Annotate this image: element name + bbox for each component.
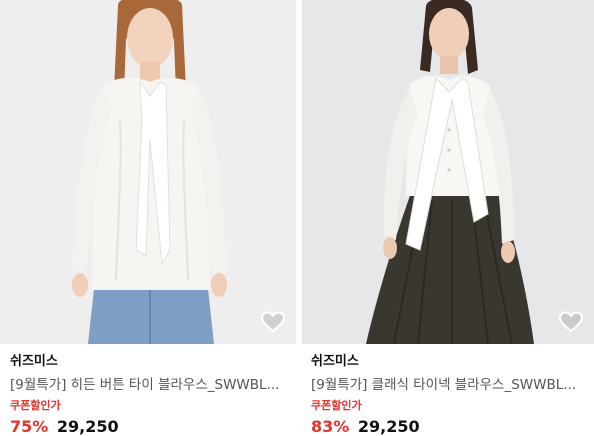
product-info: 쉬즈미스 [9월특가] 히든 버튼 타이 블라우스_SWWBL... 쿠폰할인가… (0, 344, 296, 436)
product-photo-illustration (0, 0, 296, 344)
price-row: 75% 29,250 (10, 416, 296, 436)
price-row: 83% 29,250 (311, 416, 594, 436)
product-title[interactable]: [9월특가] 히든 버튼 타이 블라우스_SWWBL... (10, 375, 290, 395)
product-grid: 쉬즈미스 [9월특가] 히든 버튼 타이 블라우스_SWWBL... 쿠폰할인가… (0, 0, 594, 436)
product-image[interactable] (302, 0, 594, 344)
product-title[interactable]: [9월특가] 클래식 타이넥 블라우스_SWWBL... (311, 375, 591, 395)
heart-icon[interactable] (558, 310, 584, 334)
product-photo-illustration (302, 0, 594, 344)
heart-icon[interactable] (260, 310, 286, 334)
discount-rate: 75% (10, 417, 49, 436)
product-card[interactable]: 쉬즈미스 [9월특가] 히든 버튼 타이 블라우스_SWWBL... 쿠폰할인가… (0, 0, 296, 436)
coupon-label: 쿠폰할인가 (10, 399, 61, 412)
coupon-label: 쿠폰할인가 (311, 399, 362, 412)
sale-price: 29,250 (357, 417, 420, 436)
brand-name[interactable]: 쉬즈미스 (10, 353, 296, 371)
product-info: 쉬즈미스 [9월특가] 클래식 타이넥 블라우스_SWWBL... 쿠폰할인가 … (302, 344, 594, 436)
brand-name[interactable]: 쉬즈미스 (311, 353, 594, 371)
product-image[interactable] (0, 0, 296, 344)
sale-price: 29,250 (56, 417, 119, 436)
product-card[interactable]: 쉬즈미스 [9월특가] 클래식 타이넥 블라우스_SWWBL... 쿠폰할인가 … (302, 0, 594, 436)
discount-rate: 83% (311, 417, 350, 436)
